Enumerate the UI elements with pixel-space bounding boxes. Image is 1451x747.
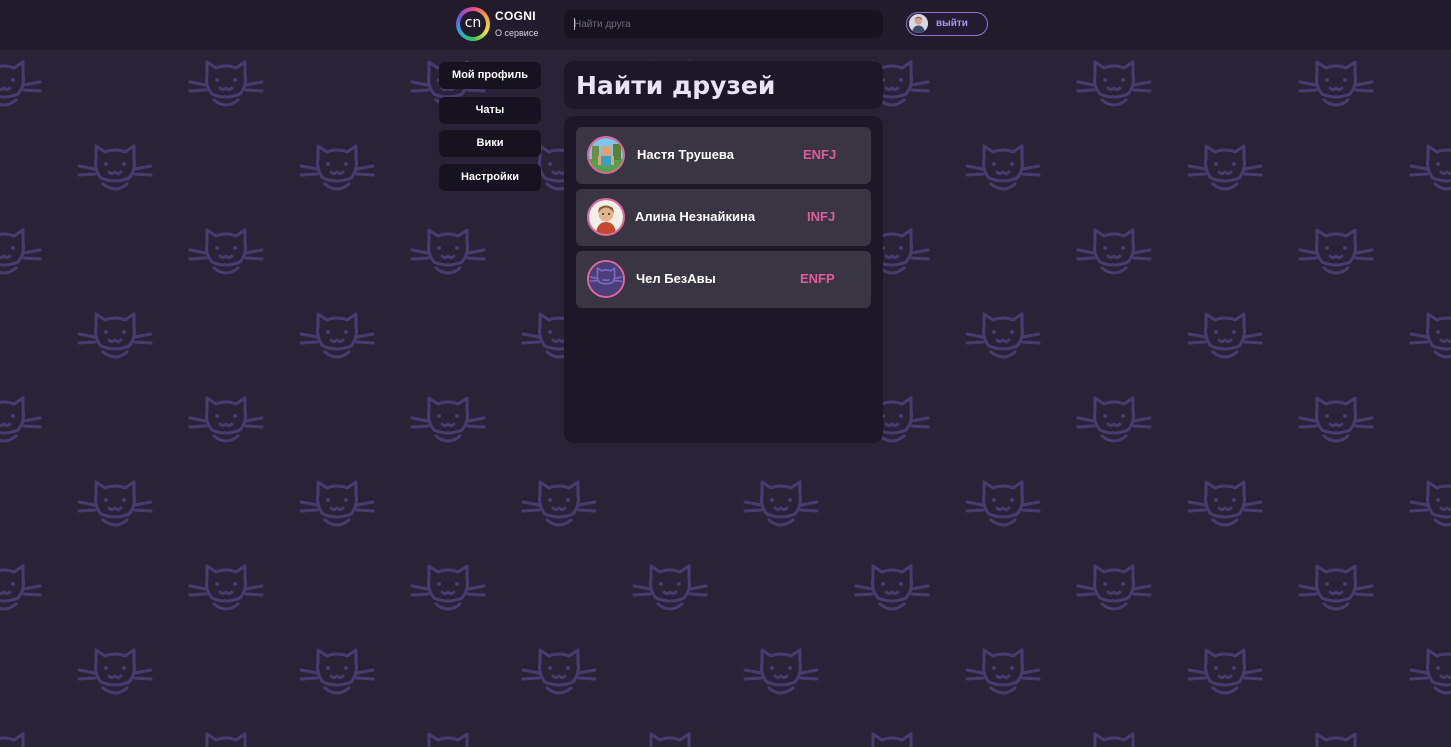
friend-card[interactable]: Настя Трушева ENFJ xyxy=(576,127,871,184)
friend-personality-type: ENFJ xyxy=(803,147,837,162)
default-avatar-cat-icon xyxy=(587,260,625,298)
brand-name[interactable]: COGNI xyxy=(495,9,536,23)
top-bar: cn COGNI О сервисе выйти xyxy=(0,0,1451,50)
page-title: Найти друзей xyxy=(576,71,776,100)
friend-card[interactable]: Чел БезАвы ENFP xyxy=(576,251,871,308)
friend-name: Чел БезАвы xyxy=(636,271,716,286)
user-avatar-icon xyxy=(909,14,928,33)
friend-personality-type: ENFP xyxy=(800,271,835,286)
friend-name: Алина Незнайкина xyxy=(635,209,756,224)
nav-my-profile[interactable]: Мой профиль xyxy=(439,62,541,89)
friend-card[interactable]: Алина Незнайкина INFJ xyxy=(576,189,871,246)
search-bar[interactable] xyxy=(564,10,883,38)
nav-chats[interactable]: Чаты xyxy=(439,97,541,124)
nav-wiki[interactable]: Вики xyxy=(439,130,541,157)
friend-search-input[interactable] xyxy=(564,10,874,38)
logout-button[interactable]: выйти xyxy=(906,12,988,36)
logout-label: выйти xyxy=(936,18,968,29)
logo-text: cn xyxy=(460,11,486,37)
friends-list-panel: Настя Трушева ENFJ Алина Незнайкина INFJ xyxy=(564,116,883,443)
friend-avatar xyxy=(587,136,625,174)
friend-personality-type: INFJ xyxy=(807,209,836,224)
text-cursor xyxy=(574,18,575,30)
friend-avatar xyxy=(587,198,625,236)
nav-settings[interactable]: Настройки xyxy=(439,164,541,191)
page-title-card: Найти друзей xyxy=(564,61,883,109)
about-service-link[interactable]: О сервисе xyxy=(495,28,538,38)
friend-name: Настя Трушева xyxy=(637,147,734,162)
cogni-logo-icon[interactable]: cn xyxy=(456,7,490,41)
